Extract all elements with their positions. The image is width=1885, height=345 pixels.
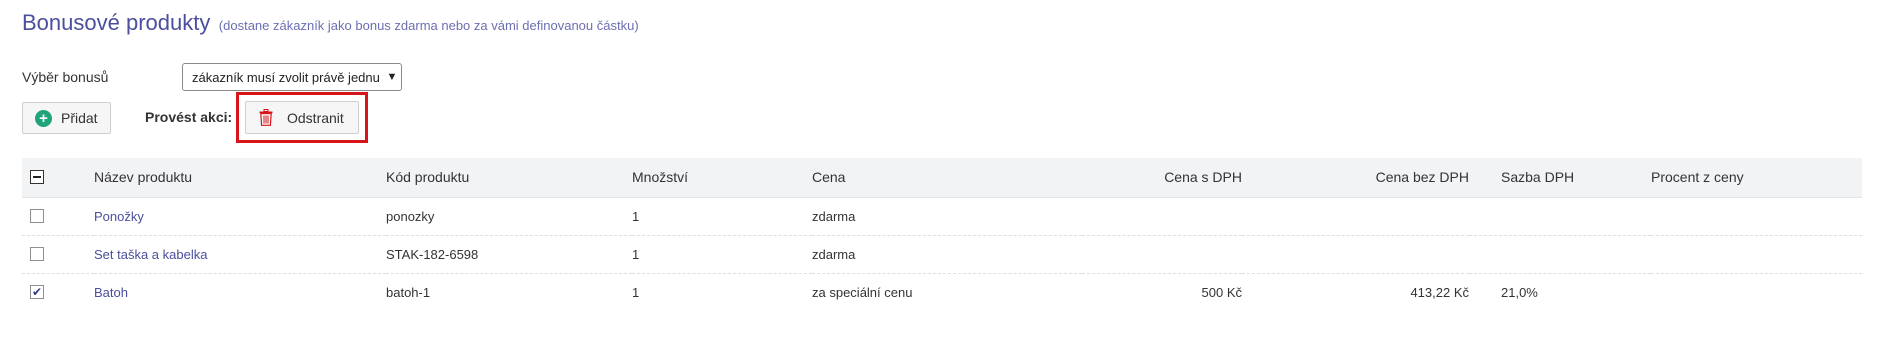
- row-checkbox[interactable]: [30, 209, 44, 223]
- table-header-row: Název produktu Kód produktu Množství Cen…: [22, 158, 1862, 198]
- page-subtitle: (dostane zákazník jako bonus zdarma nebo…: [218, 18, 639, 33]
- product-price-vat: [1082, 235, 1242, 274]
- product-percent: [1651, 197, 1862, 236]
- product-code: ponozky: [386, 197, 632, 236]
- column-header-percent[interactable]: Procent z ceny: [1651, 158, 1862, 198]
- product-price-vat: 500 Kč: [1201, 284, 1242, 300]
- product-price-novat: 413,22 Kč: [1410, 284, 1469, 300]
- bonus-select-label: Výběr bonusů: [22, 69, 109, 85]
- product-qty: 1: [632, 197, 812, 236]
- product-percent: [1651, 235, 1862, 274]
- product-price: zdarma: [812, 235, 1082, 274]
- product-code: STAK-182-6598: [386, 235, 632, 274]
- product-qty: 1: [632, 284, 640, 300]
- product-price: za speciální cenu: [812, 284, 913, 300]
- product-name-link[interactable]: Batoh: [94, 285, 128, 300]
- add-button-label: Přidat: [61, 110, 98, 126]
- product-price: zdarma: [812, 197, 1082, 236]
- column-header-vat-rate[interactable]: Sazba DPH: [1469, 158, 1651, 198]
- trash-icon: [259, 109, 273, 126]
- product-vat-rate: [1469, 235, 1651, 274]
- plus-circle-icon: +: [35, 109, 52, 127]
- column-header-price[interactable]: Cena: [812, 158, 1082, 198]
- checkmark-icon: ✔: [31, 284, 43, 299]
- product-vat-rate: [1469, 197, 1651, 236]
- product-price-novat: [1242, 235, 1469, 274]
- product-qty: 1: [632, 235, 812, 274]
- column-header-name[interactable]: Název produktu: [94, 158, 386, 198]
- bonus-select[interactable]: zákazník musí zvolit právě jednu ▼: [182, 63, 402, 91]
- table-row: Set taška a kabelka STAK-182-6598 1 zdar…: [22, 235, 1862, 274]
- product-price-novat: [1242, 197, 1469, 236]
- product-percent: [1651, 273, 1862, 311]
- page-title: Bonusové produkty: [22, 10, 211, 35]
- column-header-price-vat[interactable]: Cena s DPH: [1082, 158, 1242, 198]
- table-row: ✔ Batoh batoh-1 1 za speciální cenu 500 …: [22, 273, 1862, 311]
- bonus-products-table: Název produktu Kód produktu Množství Cen…: [22, 158, 1862, 311]
- column-header-code[interactable]: Kód produktu: [386, 158, 632, 198]
- select-all-checkbox[interactable]: [30, 170, 44, 185]
- table-row: Ponožky ponozky 1 zdarma: [22, 197, 1862, 236]
- remove-button[interactable]: Odstranit: [245, 101, 359, 134]
- add-button[interactable]: + Přidat: [22, 102, 111, 134]
- product-name-link[interactable]: Ponožky: [94, 209, 144, 224]
- remove-button-label: Odstranit: [287, 109, 344, 126]
- select-all-cell: [22, 158, 94, 198]
- row-checkbox[interactable]: [30, 247, 44, 261]
- product-price-vat: [1082, 197, 1242, 236]
- bonus-select-value: zákazník musí zvolit právě jednu: [192, 69, 380, 85]
- page-header: Bonusové produkty (dostane zákazník jako…: [22, 10, 639, 36]
- product-name-link[interactable]: Set taška a kabelka: [94, 247, 207, 262]
- product-vat-rate: 21,0%: [1501, 284, 1538, 300]
- product-code: batoh-1: [386, 284, 431, 300]
- chevron-down-icon: ▼: [386, 71, 398, 83]
- column-header-price-novat[interactable]: Cena bez DPH: [1242, 158, 1469, 198]
- row-checkbox-checked[interactable]: ✔: [30, 285, 44, 299]
- column-header-qty[interactable]: Množství: [632, 158, 812, 198]
- action-label: Provést akci:: [145, 109, 233, 125]
